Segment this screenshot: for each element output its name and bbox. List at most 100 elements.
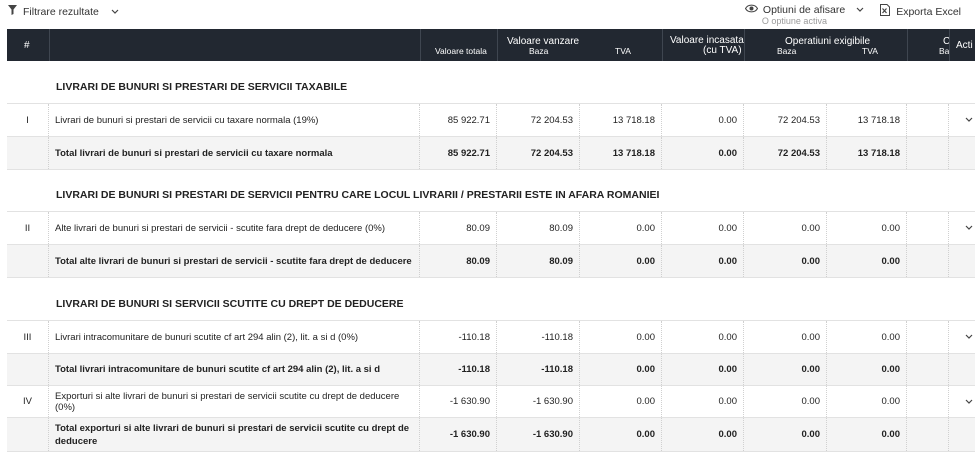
toolbar: Filtrare rezultate Optiuni de afisare O … [0,0,975,28]
table-header: # Valoare totala Valoare vanzare Baza TV… [7,29,975,61]
col-header-ex-baza: Baza [777,46,797,56]
chevron-down-icon[interactable] [965,223,973,233]
cell-valoare-totala: 85 922.71 [420,104,497,136]
cell-incasata: 0.00 [662,137,744,169]
col-header-actiuni: Acti [956,40,973,51]
cell-ex-tva: 0.00 [827,354,907,385]
cell-tva: 0.00 [580,354,662,385]
section-header: LIVRARI DE BUNURI SI SERVICII SCUTITE CU… [7,278,975,321]
row-label: Exporturi si alte livrari de bunuri si p… [49,386,420,417]
cell-baza: -110.18 [497,354,580,385]
cell-tva: 0.00 [580,386,662,417]
row-index: II [7,212,49,244]
col-header-valoare-totala: Valoare totala [435,46,487,56]
row-label: Livrari intracomunitare de bunuri scutit… [49,321,420,353]
section-title: LIVRARI DE BUNURI SI PRESTARI DE SERVICI… [56,189,660,201]
cell-ex-baza: 72 204.53 [744,137,827,169]
cell-incasata: 0.00 [662,386,744,417]
table-row-total: Total livrari de bunuri si prestari de s… [7,137,975,170]
section-header: LIVRARI DE BUNURI SI PRESTARI DE SERVICI… [7,170,975,212]
cell-ex-tva: 0.00 [827,418,907,451]
cell-ex-baza: 0.00 [744,321,827,353]
cell-valoare-totala: 80.09 [420,245,497,277]
cell-tva: 0.00 [580,212,662,244]
display-options-button[interactable]: Optiuni de afisare [744,4,864,16]
cell-ex-baza: 0.00 [744,212,827,244]
table-row[interactable]: IV Exporturi si alte livrari de bunuri s… [7,386,975,418]
table-row[interactable]: I Livrari de bunuri si prestari de servi… [7,104,975,137]
cell-ex-tva: 0.00 [827,321,907,353]
cell-valoare-totala: -1 630.90 [420,418,497,451]
chevron-down-icon [856,4,864,16]
table-row-total: Total alte livrari de bunuri si prestari… [7,245,975,278]
cell-tva: 0.00 [580,321,662,353]
cell-valoare-totala: -110.18 [420,321,497,353]
cell-ex-baza: 72 204.53 [744,104,827,136]
section-header: LIVRARI DE BUNURI SI PRESTARI DE SERVICI… [7,61,975,104]
col-header-operatiuni-exigibile: Operatiuni exigibile [785,36,871,47]
table-row-total: Total exporturi si alte livrari de bunur… [7,418,975,452]
eye-icon [744,4,759,16]
cell-valoare-totala: 85 922.71 [420,137,497,169]
filter-toggle[interactable]: Filtrare rezultate [8,5,119,18]
cell-ex-baza: 0.00 [744,354,827,385]
export-excel-button[interactable]: Exporta Excel [880,4,961,19]
cell-baza: -110.18 [497,321,580,353]
total-label: Total livrari de bunuri si prestari de s… [49,137,420,169]
section-title: LIVRARI DE BUNURI SI PRESTARI DE SERVICI… [56,81,348,93]
display-options-label: Optiuni de afisare [762,4,846,16]
col-header-tva: TVA [615,46,631,56]
chevron-down-icon [111,6,119,18]
excel-icon [880,4,891,19]
cell-ex-tva: 13 718.18 [827,104,907,136]
total-label: Total livrari intracomunitare de bunuri … [49,354,420,385]
cell-ex-tva: 0.00 [827,212,907,244]
cell-tva: 0.00 [580,418,662,451]
section-title: LIVRARI DE BUNURI SI SERVICII SCUTITE CU… [56,298,404,310]
cell-ex-tva: 13 718.18 [827,137,907,169]
col-header-index: # [24,40,30,51]
cell-ex-baza: 0.00 [744,386,827,417]
col-header-baza: Baza [529,46,549,56]
total-label: Total exporturi si alte livrari de bunur… [49,418,420,451]
cell-baza: -1 630.90 [497,386,580,417]
cell-baza: 72 204.53 [497,137,580,169]
export-excel-label: Exporta Excel [896,5,961,18]
cell-ex-tva: 0.00 [827,245,907,277]
chevron-down-icon[interactable] [965,332,973,342]
cell-incasata: 0.00 [662,418,744,451]
row-index: III [7,321,49,353]
cell-incasata: 0.00 [662,104,744,136]
table-row-total: Total livrari intracomunitare de bunuri … [7,354,975,386]
col-header-cu-tva: (cu TVA) [703,45,742,56]
row-index: IV [7,386,49,417]
cell-ex-baza: 0.00 [744,418,827,451]
cell-baza: 72 204.53 [497,104,580,136]
cell-valoare-totala: -1 630.90 [420,386,497,417]
cell-tva: 13 718.18 [580,137,662,169]
row-label: Alte livrari de bunuri si prestari de se… [49,212,420,244]
cell-baza: -1 630.90 [497,418,580,451]
cell-valoare-totala: -110.18 [420,354,497,385]
cell-baza: 80.09 [497,245,580,277]
cell-ex-tva: 0.00 [827,386,907,417]
cell-tva: 13 718.18 [580,104,662,136]
chevron-down-icon[interactable] [965,397,973,407]
cell-incasata: 0.00 [662,245,744,277]
col-header-ex-tva: TVA [862,46,878,56]
cell-ex-baza: 0.00 [744,245,827,277]
display-options-status: O optiune activa [761,16,827,26]
cell-valoare-totala: 80.09 [420,212,497,244]
row-index: I [7,104,49,136]
total-label: Total alte livrari de bunuri si prestari… [49,245,420,277]
cell-baza: 80.09 [497,212,580,244]
table-row[interactable]: III Livrari intracomunitare de bunuri sc… [7,321,975,354]
cell-incasata: 0.00 [662,321,744,353]
cell-tva: 0.00 [580,245,662,277]
cell-incasata: 0.00 [662,212,744,244]
chevron-down-icon[interactable] [965,115,973,125]
filter-label: Filtrare rezultate [23,5,99,18]
table-row[interactable]: II Alte livrari de bunuri si prestari de… [7,212,975,245]
filter-icon [8,5,17,18]
col-header-partial-baza: Ba [939,46,950,56]
